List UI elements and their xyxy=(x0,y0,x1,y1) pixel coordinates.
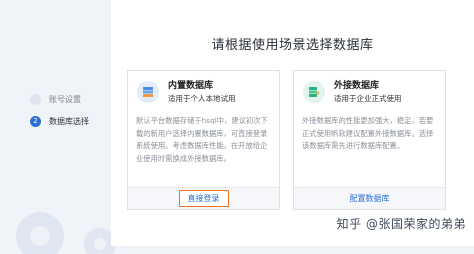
database-plus-icon xyxy=(303,81,325,103)
step-number: 2 xyxy=(30,115,41,127)
step-sidebar: 账号设置 2 数据库选择 xyxy=(30,88,110,132)
step-label: 数据库选择 xyxy=(49,116,89,126)
page-title: 请根据使用场景选择数据库 xyxy=(211,38,374,53)
direct-login-button[interactable]: 直接登录 xyxy=(178,190,229,207)
step-database-selection[interactable]: 2 数据库选择 xyxy=(30,110,110,132)
card-description: 默认平台数据存储于hsql中，建议初次下载的新用户选择内置数据库，可直接登录系统… xyxy=(136,116,268,163)
step-label: 账号设置 xyxy=(49,94,81,104)
card-header: 外接数据库 适用于企业正式使用 xyxy=(303,80,402,104)
watermark: 知乎 @张国荣家的弟弟 xyxy=(336,217,466,231)
step-account-settings[interactable]: 账号设置 xyxy=(30,88,110,110)
internal-database-card[interactable]: 内置数据库 适用于个人本地试用 默认平台数据存储于hsql中，建议初次下载的新用… xyxy=(127,70,280,210)
step-number xyxy=(30,93,41,105)
database-icon xyxy=(137,81,159,103)
card-subtitle: 适用于个人本地试用 xyxy=(168,94,236,103)
configure-database-button[interactable]: 配置数据库 xyxy=(350,193,390,204)
card-footer: 直接登录 xyxy=(128,187,279,209)
card-description: 外接数据库的性能更加强大，稳定，若要正式使用帆软建议配置外接数据库。选择该数据库… xyxy=(302,116,434,150)
card-title: 内置数据库 xyxy=(168,81,214,91)
card-footer: 配置数据库 xyxy=(294,187,445,209)
main-panel: 请根据使用场景选择数据库 内置数据库 适用于个人本地试用 默认平台数据存储于hs… xyxy=(111,0,474,246)
card-header: 内置数据库 适用于个人本地试用 xyxy=(137,80,236,104)
external-database-card[interactable]: 外接数据库 适用于企业正式使用 外接数据库的性能更加强大，稳定，若要正式使用帆软… xyxy=(293,70,446,210)
card-title: 外接数据库 xyxy=(334,81,380,91)
card-subtitle: 适用于企业正式使用 xyxy=(334,94,402,103)
